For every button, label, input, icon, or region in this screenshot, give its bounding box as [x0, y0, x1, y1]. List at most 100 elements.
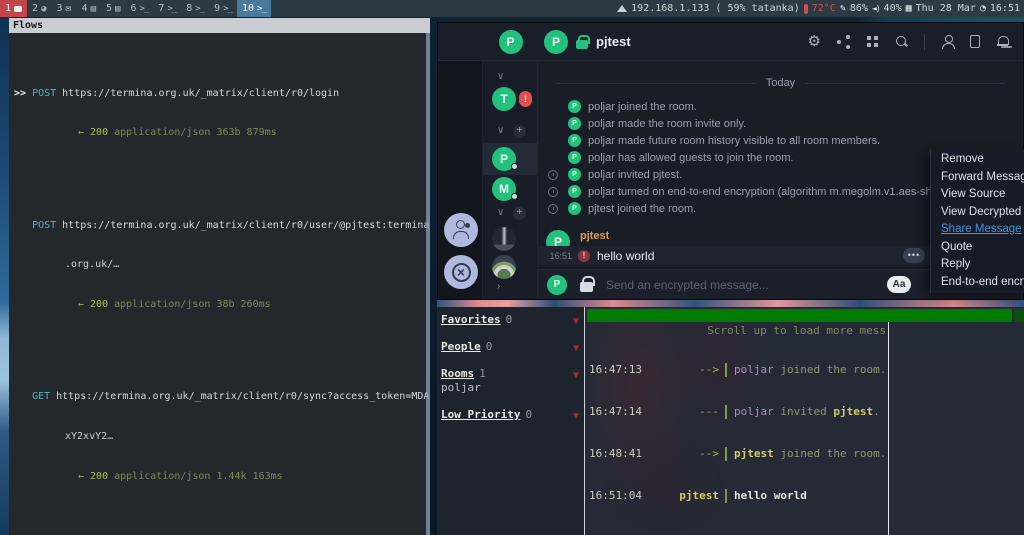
workspace-label: 3 — [56, 3, 62, 14]
workspace-10-active[interactable]: 10>_ — [237, 0, 271, 17]
menu-item-view-decrypted-source[interactable]: View Decrypted S — [931, 204, 1024, 222]
add-room-button[interactable]: + — [513, 125, 526, 138]
message-text: hello world — [597, 249, 654, 263]
pane-divider — [888, 322, 889, 535]
network-status: 192.168.1.133 ( 59% tatanka) — [631, 3, 800, 14]
room-avatar-t[interactable]: T — [492, 87, 516, 111]
event-row: Ppoljar made the room invite only. — [538, 115, 1023, 132]
gomuks-message-pane: Scroll up to load more mess 16:47:13-->p… — [585, 307, 1024, 535]
clock-icon — [980, 3, 986, 14]
workspace-6[interactable]: 6>_ — [125, 0, 153, 17]
chevron-right-icon[interactable]: › — [497, 281, 500, 292]
sender-mini-avatar: P — [568, 100, 581, 113]
mail-icon — [66, 3, 72, 14]
flow-entry[interactable]: POSThttps://termina.org.uk/_matrix/clien… — [14, 192, 422, 337]
menu-item-reply[interactable]: Reply — [931, 256, 1024, 274]
room-avatar-photo[interactable] — [492, 255, 516, 279]
menu-item-view-source[interactable]: View Source — [931, 186, 1024, 204]
terminal-icon: >_ — [167, 4, 176, 14]
flow-entry[interactable]: GEThttps://termina.org.uk/_matrix/client… — [14, 364, 422, 509]
sidebar-section-favorites[interactable]: Favorites0 — [441, 313, 584, 327]
menu-item-share-message[interactable]: Share Message — [931, 221, 1024, 239]
desktop: 1 2 3 4 5 6>_ 7>_ 8>_ 9>_ 10>_ 192.168.1… — [0, 0, 1024, 535]
explore-button[interactable] — [444, 255, 478, 289]
chat-header: P P pjtest — [438, 23, 1023, 61]
chat-left-pane — [438, 61, 483, 299]
chevron-down-icon[interactable]: ∨ — [497, 207, 504, 218]
notifications-bell-icon[interactable] — [996, 35, 1009, 48]
workspace-5[interactable]: 5 — [101, 0, 125, 17]
mitmproxy-window: Flows >> POSThttps://termina.org.uk/_mat… — [9, 18, 430, 535]
composer-avatar: P — [547, 275, 567, 295]
grid-icon[interactable] — [866, 35, 879, 48]
status-area: 192.168.1.133 ( 59% tatanka) 72°C 86% 40… — [617, 3, 1024, 14]
message-options-button[interactable]: ••• — [903, 248, 925, 263]
target-icon — [444, 255, 478, 289]
settings-gear-icon[interactable] — [808, 32, 821, 51]
room-list-item[interactable]: poljar — [441, 381, 568, 395]
log-row: 16:47:13-->poljar joined the room. — [589, 363, 886, 377]
chevron-down-icon[interactable]: ∨ — [497, 125, 504, 136]
room-avatar-photo[interactable] — [492, 227, 516, 251]
error-badge: ! — [578, 250, 590, 262]
log-row: 16:48:41-->pjtest joined the room. — [589, 447, 886, 461]
search-icon[interactable] — [895, 35, 908, 48]
temperature: 72°C — [812, 3, 836, 14]
message-log: 16:47:13-->poljar joined the room. 16:47… — [589, 335, 886, 531]
chevron-down-icon[interactable]: ∨ — [497, 71, 504, 82]
wifi-icon — [617, 5, 627, 12]
volume-icon — [872, 3, 880, 14]
people-button[interactable] — [444, 213, 478, 247]
collapse-triangle-icon[interactable] — [573, 314, 579, 329]
pending-clock-icon — [548, 204, 558, 214]
sidebar-section-people[interactable]: People0 — [441, 340, 584, 354]
sender-mini-avatar: P — [568, 202, 581, 215]
sender-mini-avatar: P — [568, 168, 581, 181]
gomuks-title-bar-end — [1014, 309, 1024, 322]
workspace-7[interactable]: 7>_ — [153, 0, 181, 17]
workspace-label: 5 — [106, 3, 112, 14]
add-room-button[interactable]: + — [513, 207, 526, 220]
workspace-1[interactable]: 1 — [0, 0, 27, 17]
gomuks-window: Favorites0 People0 Rooms1 poljar Low Pri… — [437, 307, 1024, 535]
presence-dot — [511, 193, 518, 200]
sender-mini-avatar: P — [568, 185, 581, 198]
sidebar-section-low-priority[interactable]: Low Priority0 — [441, 408, 584, 422]
collapse-triangle-icon[interactable] — [573, 409, 579, 424]
scrollbar[interactable] — [426, 33, 430, 535]
files-icon[interactable] — [970, 35, 980, 48]
workspace-3[interactable]: 3 — [51, 0, 76, 17]
menu-item-quote[interactable]: Quote — [931, 239, 1024, 257]
collapse-triangle-icon[interactable] — [573, 368, 579, 383]
workspace-4[interactable]: 4 — [77, 0, 101, 17]
members-icon[interactable] — [941, 35, 954, 48]
menu-item-remove[interactable]: Remove — [931, 151, 1024, 169]
people-icon — [444, 213, 478, 247]
composer-placeholder[interactable]: Send an encrypted message... — [606, 278, 769, 292]
wallpaper-left-strip — [0, 17, 9, 535]
workspace-label: 1 — [5, 3, 11, 14]
format-button[interactable]: Aa — [887, 276, 911, 293]
account-avatar[interactable]: P — [499, 30, 523, 54]
room-name: pjtest — [596, 34, 631, 49]
flow-entry[interactable]: >> POSThttps://termina.org.uk/_matrix/cl… — [14, 60, 422, 166]
sender-mini-avatar: P — [568, 117, 581, 130]
unread-badge: ! — [519, 91, 532, 107]
menu-item-e2e-info[interactable]: End-to-end encry — [931, 274, 1024, 292]
encryption-lock-icon — [576, 40, 588, 49]
workspace-label: 2 — [32, 3, 38, 14]
workspace-2[interactable]: 2 — [27, 0, 51, 17]
share-icon[interactable] — [837, 35, 850, 48]
terminal-icon: >_ — [195, 4, 204, 14]
presence-dot — [511, 163, 518, 170]
menu-item-forward[interactable]: Forward Message — [931, 169, 1024, 187]
workspace-9[interactable]: 9>_ — [209, 0, 237, 17]
wallpaper-pink-band — [437, 300, 1024, 307]
terminal-icon: >_ — [257, 4, 266, 14]
collapse-triangle-icon[interactable] — [573, 341, 579, 356]
room-avatar[interactable]: P — [544, 30, 568, 54]
sender-mini-avatar: P — [568, 151, 581, 164]
workspace-8[interactable]: 8>_ — [181, 0, 209, 17]
room-rail: ∨ T ! ∨ + P M ∨ + › — [483, 61, 538, 299]
sidebar-section-rooms[interactable]: Rooms1 poljar — [441, 367, 584, 395]
